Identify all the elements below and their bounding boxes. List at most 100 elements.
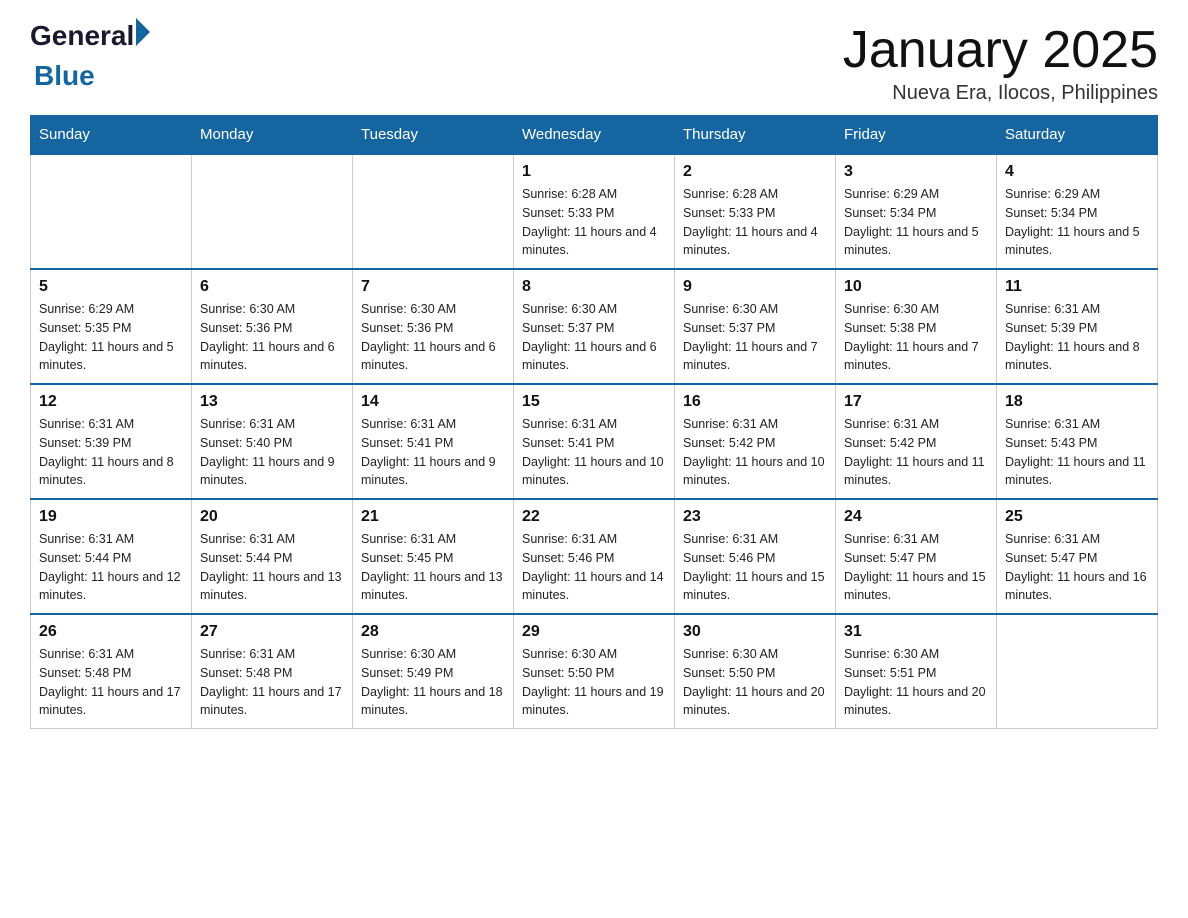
calendar-cell: 9 Sunrise: 6:30 AMSunset: 5:37 PMDaylight… [675,269,836,384]
calendar-cell [353,154,514,269]
day-info: Sunrise: 6:31 AMSunset: 5:48 PMDaylight:… [39,645,183,720]
day-number: 29 [522,623,666,641]
day-info: Sunrise: 6:28 AMSunset: 5:33 PMDaylight:… [522,185,666,260]
calendar-cell: 6 Sunrise: 6:30 AMSunset: 5:36 PMDaylight… [192,269,353,384]
day-info: Sunrise: 6:30 AMSunset: 5:38 PMDaylight:… [844,300,988,375]
day-number: 25 [1005,508,1149,526]
day-number: 1 [522,163,666,181]
logo-arrow-icon [136,18,150,46]
day-number: 14 [361,393,505,411]
calendar-cell: 14Sunrise: 6:31 AMSunset: 5:41 PMDayligh… [353,384,514,499]
day-info: Sunrise: 6:31 AMSunset: 5:39 PMDaylight:… [1005,300,1149,375]
day-number: 19 [39,508,183,526]
day-info: Sunrise: 6:31 AMSunset: 5:45 PMDaylight:… [361,530,505,605]
calendar-cell: 19 Sunrise: 6:31 AMSunset: 5:44 PMDayligh… [31,499,192,614]
day-number: 7 [361,278,505,296]
calendar-cell: 21Sunrise: 6:31 AMSunset: 5:45 PMDayligh… [353,499,514,614]
day-number: 2 [683,163,827,181]
week-row-4: 19 Sunrise: 6:31 AMSunset: 5:44 PMDayligh… [31,499,1158,614]
logo: General Blue [30,20,150,92]
weekday-header-thursday: Thursday [675,116,836,155]
day-number: 3 [844,163,988,181]
day-info: Sunrise: 6:30 AMSunset: 5:37 PMDaylight:… [522,300,666,375]
calendar-cell [997,614,1158,729]
calendar-cell: 8 Sunrise: 6:30 AMSunset: 5:37 PMDaylight… [514,269,675,384]
weekday-header-friday: Friday [836,116,997,155]
day-number: 30 [683,623,827,641]
day-info: Sunrise: 6:30 AMSunset: 5:37 PMDaylight:… [683,300,827,375]
calendar-subtitle: Nueva Era, Ilocos, Philippines [843,82,1158,105]
day-info: Sunrise: 6:31 AMSunset: 5:40 PMDaylight:… [200,415,344,490]
day-info: Sunrise: 6:31 AMSunset: 5:47 PMDaylight:… [844,530,988,605]
calendar-cell: 1 Sunrise: 6:28 AMSunset: 5:33 PMDaylight… [514,154,675,269]
logo-general-text: General [30,20,134,52]
day-info: Sunrise: 6:31 AMSunset: 5:46 PMDaylight:… [683,530,827,605]
day-info: Sunrise: 6:31 AMSunset: 5:44 PMDaylight:… [200,530,344,605]
week-row-2: 5Sunrise: 6:29 AMSunset: 5:35 PMDaylight… [31,269,1158,384]
calendar-cell: 18Sunrise: 6:31 AMSunset: 5:43 PMDayligh… [997,384,1158,499]
day-number: 27 [200,623,344,641]
calendar-cell: 4 Sunrise: 6:29 AMSunset: 5:34 PMDaylight… [997,154,1158,269]
calendar-cell: 24 Sunrise: 6:31 AMSunset: 5:47 PMDayligh… [836,499,997,614]
day-info: Sunrise: 6:30 AMSunset: 5:51 PMDaylight:… [844,645,988,720]
day-info: Sunrise: 6:30 AMSunset: 5:36 PMDaylight:… [200,300,344,375]
calendar-cell: 13 Sunrise: 6:31 AMSunset: 5:40 PMDayligh… [192,384,353,499]
day-number: 16 [683,393,827,411]
day-info: Sunrise: 6:29 AMSunset: 5:34 PMDaylight:… [1005,185,1149,260]
calendar-cell [31,154,192,269]
calendar-cell: 26 Sunrise: 6:31 AMSunset: 5:48 PMDayligh… [31,614,192,729]
page-header: General Blue January 2025 Nueva Era, Ilo… [30,20,1158,105]
day-info: Sunrise: 6:28 AMSunset: 5:33 PMDaylight:… [683,185,827,260]
calendar-cell: 12Sunrise: 6:31 AMSunset: 5:39 PMDayligh… [31,384,192,499]
weekday-header-row: SundayMondayTuesdayWednesdayThursdayFrid… [31,116,1158,155]
week-row-1: 1 Sunrise: 6:28 AMSunset: 5:33 PMDaylight… [31,154,1158,269]
day-info: Sunrise: 6:31 AMSunset: 5:47 PMDaylight:… [1005,530,1149,605]
title-block: January 2025 Nueva Era, Ilocos, Philippi… [843,20,1158,105]
day-info: Sunrise: 6:31 AMSunset: 5:48 PMDaylight:… [200,645,344,720]
calendar-cell [192,154,353,269]
calendar-title: January 2025 [843,20,1158,80]
day-number: 22 [522,508,666,526]
weekday-header-saturday: Saturday [997,116,1158,155]
calendar-cell: 20 Sunrise: 6:31 AMSunset: 5:44 PMDayligh… [192,499,353,614]
day-number: 15 [522,393,666,411]
calendar-cell: 29 Sunrise: 6:30 AMSunset: 5:50 PMDayligh… [514,614,675,729]
calendar-cell: 11Sunrise: 6:31 AMSunset: 5:39 PMDayligh… [997,269,1158,384]
calendar-cell: 5Sunrise: 6:29 AMSunset: 5:35 PMDaylight… [31,269,192,384]
day-info: Sunrise: 6:29 AMSunset: 5:35 PMDaylight:… [39,300,183,375]
calendar-cell: 15 Sunrise: 6:31 AMSunset: 5:41 PMDayligh… [514,384,675,499]
day-info: Sunrise: 6:31 AMSunset: 5:44 PMDaylight:… [39,530,183,605]
day-info: Sunrise: 6:31 AMSunset: 5:42 PMDaylight:… [844,415,988,490]
day-number: 4 [1005,163,1149,181]
day-number: 28 [361,623,505,641]
day-number: 8 [522,278,666,296]
calendar-cell: 16 Sunrise: 6:31 AMSunset: 5:42 PMDayligh… [675,384,836,499]
day-number: 12 [39,393,183,411]
day-number: 10 [844,278,988,296]
weekday-header-sunday: Sunday [31,116,192,155]
day-number: 9 [683,278,827,296]
calendar-cell: 27 Sunrise: 6:31 AMSunset: 5:48 PMDayligh… [192,614,353,729]
calendar-cell: 22Sunrise: 6:31 AMSunset: 5:46 PMDayligh… [514,499,675,614]
day-info: Sunrise: 6:30 AMSunset: 5:50 PMDaylight:… [683,645,827,720]
day-info: Sunrise: 6:31 AMSunset: 5:42 PMDaylight:… [683,415,827,490]
day-number: 13 [200,393,344,411]
day-info: Sunrise: 6:31 AMSunset: 5:41 PMDaylight:… [522,415,666,490]
day-number: 20 [200,508,344,526]
calendar-cell: 25 Sunrise: 6:31 AMSunset: 5:47 PMDayligh… [997,499,1158,614]
calendar-cell: 7 Sunrise: 6:30 AMSunset: 5:36 PMDaylight… [353,269,514,384]
day-info: Sunrise: 6:29 AMSunset: 5:34 PMDaylight:… [844,185,988,260]
day-number: 31 [844,623,988,641]
calendar-cell: 2 Sunrise: 6:28 AMSunset: 5:33 PMDaylight… [675,154,836,269]
calendar-cell: 31 Sunrise: 6:30 AMSunset: 5:51 PMDayligh… [836,614,997,729]
day-number: 24 [844,508,988,526]
calendar-cell: 30 Sunrise: 6:30 AMSunset: 5:50 PMDayligh… [675,614,836,729]
day-number: 18 [1005,393,1149,411]
day-info: Sunrise: 6:30 AMSunset: 5:49 PMDaylight:… [361,645,505,720]
day-info: Sunrise: 6:30 AMSunset: 5:50 PMDaylight:… [522,645,666,720]
day-number: 26 [39,623,183,641]
week-row-5: 26 Sunrise: 6:31 AMSunset: 5:48 PMDayligh… [31,614,1158,729]
day-info: Sunrise: 6:30 AMSunset: 5:36 PMDaylight:… [361,300,505,375]
day-number: 6 [200,278,344,296]
calendar-cell: 28 Sunrise: 6:30 AMSunset: 5:49 PMDayligh… [353,614,514,729]
